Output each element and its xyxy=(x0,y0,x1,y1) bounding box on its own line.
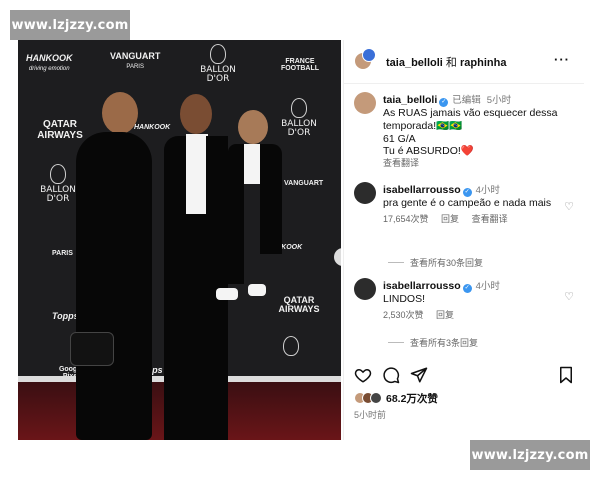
sponsor-ballon-dor-3: BALLON D'OR xyxy=(38,164,78,205)
ballon-globe-icon xyxy=(50,164,66,184)
child-shoe-left xyxy=(216,288,238,300)
avatar[interactable] xyxy=(354,182,376,204)
person-man-left xyxy=(164,136,186,440)
person-child-left xyxy=(228,144,244,284)
sponsor-qatar: QATAR AIRWAYS xyxy=(37,119,83,141)
caption-line-3: 61 G/A xyxy=(383,132,416,145)
sponsor-vanguart-2: VANGUART xyxy=(284,180,324,187)
author-link-1[interactable]: taia_belloli xyxy=(386,57,443,69)
carousel-next-button[interactable]: › xyxy=(334,248,341,266)
comment-text: pra gente é o campeão e nada mais xyxy=(383,197,552,209)
reply-link[interactable]: 回复 xyxy=(441,214,459,224)
post-photo[interactable]: HANKOOK driving emotion VANGUART PARIS BAL… xyxy=(18,40,341,440)
ballon-globe-icon xyxy=(210,44,226,64)
person-woman xyxy=(76,132,152,440)
verified-badge-icon: ✓ xyxy=(439,98,449,107)
bookmark-icon[interactable] xyxy=(558,366,574,384)
heart-icon[interactable] xyxy=(354,366,372,384)
comment-icon[interactable] xyxy=(382,366,400,384)
view-replies-link[interactable]: 查看所有3条回复 xyxy=(388,336,478,349)
comment-item: isabellarrousso ✓ 4小时 pra gente é o campeã… xyxy=(354,182,582,250)
ballon-globe-small xyxy=(280,336,302,358)
comment-username[interactable]: isabellarrousso xyxy=(383,280,461,292)
sponsor-qatar-2: QATAR AIRWAYS xyxy=(278,295,320,315)
ballon-globe-icon xyxy=(291,98,307,118)
author-link-2[interactable]: raphinha xyxy=(460,57,506,69)
reply-link[interactable]: 回复 xyxy=(436,310,454,320)
see-translation-link[interactable]: 查看翻译 xyxy=(472,214,508,224)
more-options-icon[interactable]: ··· xyxy=(554,52,570,67)
caption-line-4: Tu é ABSURDO!❤️ xyxy=(383,145,474,158)
like-comment-heart-icon[interactable]: ♡ xyxy=(564,290,574,303)
view-replies-label: 查看所有30条回复 xyxy=(410,258,484,268)
edited-label: 已编辑 xyxy=(452,95,481,106)
person-woman-head xyxy=(102,92,138,134)
comment-username[interactable]: isabellarrousso xyxy=(383,184,461,196)
sponsor-hankook-2: HANKOOK xyxy=(134,124,171,131)
avatar-secondary[interactable] xyxy=(362,48,376,62)
comment-meta: 17,654次赞 回复 查看翻译 xyxy=(383,214,567,225)
caption-line-2: temporada!🇧🇷🇧🇷 xyxy=(383,119,463,132)
avatar[interactable] xyxy=(354,278,376,300)
comment-time: 5小时 xyxy=(486,95,512,106)
comment-time: 4小时 xyxy=(475,185,500,196)
view-replies-link[interactable]: 查看所有30条回复 xyxy=(388,256,483,269)
replies-divider xyxy=(388,262,404,263)
sponsor-ballon-dor-2: BALLON D'OR xyxy=(276,98,322,139)
handbag xyxy=(70,332,114,366)
likes-summary[interactable]: 68.2万次赞 xyxy=(354,390,438,406)
sponsor-topps: Topps xyxy=(52,311,79,321)
sponsor-ballon-dor: BALLON D'OR xyxy=(194,44,242,85)
replies-divider xyxy=(388,342,404,343)
like-comment-heart-icon[interactable]: ♡ xyxy=(564,200,574,213)
post-header: taia_belloli 和 raphinha ··· xyxy=(344,40,584,84)
avatar[interactable] xyxy=(354,92,376,114)
comment-username[interactable]: taia_belloli xyxy=(383,94,437,106)
comment-likes[interactable]: 2,530次赞 xyxy=(383,310,424,320)
comment-text: LINDOS! xyxy=(383,293,426,305)
child-shoe-right xyxy=(248,284,266,296)
view-replies-label: 查看所有3条回复 xyxy=(410,338,479,348)
caption-line-1: As RUAS jamais vão esquecer dessa xyxy=(383,107,558,119)
comment-likes[interactable]: 17,654次赞 xyxy=(383,214,429,224)
man-shirt xyxy=(186,134,208,214)
caption-comment: taia_belloli ✓ 已编辑 5小时 As RUAS jamais vão e… xyxy=(354,92,582,172)
sponsor-paris: PARIS xyxy=(52,250,73,257)
verified-badge-icon: ✓ xyxy=(462,284,472,293)
ballon-globe-icon xyxy=(283,336,299,356)
see-translation-link[interactable]: 查看翻译 xyxy=(383,158,567,169)
sponsor-hankook: HANKOOK driving emotion xyxy=(26,53,73,73)
post-timestamp: 5小时前 xyxy=(354,410,387,420)
person-child-right xyxy=(260,144,282,254)
share-icon[interactable] xyxy=(410,366,428,384)
comment-item: isabellarrousso ✓ 4小时 LINDOS! 2,530次赞 回复 ♡ xyxy=(354,278,582,328)
watermark-bottom: www.lzjzzy.com xyxy=(470,440,590,470)
avatar xyxy=(370,392,382,404)
comment-meta: 2,530次赞 回复 xyxy=(383,310,567,321)
watermark-top: www.lzjzzy.com xyxy=(10,10,130,40)
child-shirt xyxy=(244,144,260,184)
person-man-head xyxy=(180,94,212,134)
post-actions xyxy=(354,366,574,388)
verified-badge-icon: ✓ xyxy=(462,188,472,197)
sponsor-france-football: FRANCE FOOTBALL xyxy=(280,58,320,73)
person-man-legs xyxy=(186,214,208,440)
sponsor-vanguart: VANGUART PARIS xyxy=(110,51,161,71)
comment-time: 4小时 xyxy=(475,281,500,292)
post-authors: taia_belloli 和 raphinha xyxy=(386,54,506,70)
comments-panel: taia_belloli 和 raphinha ··· taia_belloli… xyxy=(343,40,584,440)
person-child-head xyxy=(238,110,268,144)
likes-count[interactable]: 68.2万次赞 xyxy=(386,391,438,406)
author-conjunction: 和 xyxy=(445,57,457,69)
